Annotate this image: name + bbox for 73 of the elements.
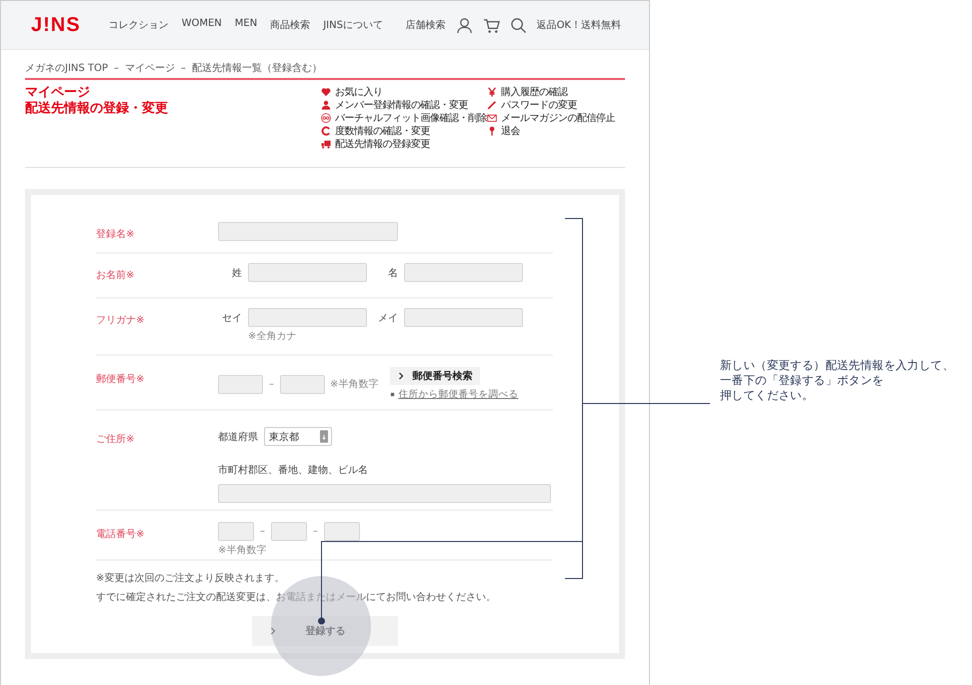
mypage-menu-link[interactable]: メールマガジンの配信停止 [501,110,615,124]
page-title: 配送先情報の登録・変更 [25,101,169,117]
field-label: お名前※ [96,270,134,281]
breadcrumb-link[interactable]: 配送先情報一覧（登録含む） [192,61,322,75]
cart-icon[interactable] [482,16,500,34]
dash: – [269,378,274,390]
breadcrumb-link[interactable]: マイページ [124,61,175,75]
nav-link[interactable]: 商品検索 [270,18,310,32]
field-sublabel: 都道府県 [218,430,258,444]
c-shape-icon [321,126,331,136]
breadcrumb-separator: – [114,62,119,74]
yen-icon [487,86,497,96]
field-label: ご住所※ [96,434,134,445]
mypage-menu-link[interactable]: メンバー登録情報の確認・変更 [335,98,468,112]
glasses-icon [321,112,331,122]
bullet-icon [390,392,396,397]
input-field[interactable] [404,263,523,282]
search-icon[interactable] [510,16,527,34]
input-field[interactable] [280,374,325,394]
input-field[interactable] [248,263,367,282]
logo[interactable]: J!NS [31,14,81,36]
postal-search-button[interactable]: 郵便番号検索 [390,367,480,385]
field-label: フリガナ※ [96,315,144,326]
nav-link[interactable]: JINSについて [323,18,383,32]
mypage-menu-link[interactable]: お気に入り [335,84,382,98]
chevron-icon [270,627,276,635]
input-field[interactable] [324,522,360,541]
dash: – [313,526,318,537]
input-field[interactable] [218,374,263,394]
breadcrumb-link[interactable]: メガネのJINS TOP [25,61,108,75]
prefecture-select[interactable]: 東京都 [264,427,332,446]
store-search-link[interactable]: 店舗検索 [406,18,446,32]
nav-link[interactable]: コレクション [108,18,169,32]
heart-icon [321,86,331,96]
input-field[interactable] [218,484,551,503]
breadcrumb-separator: – [180,62,186,74]
mypage-menu-link[interactable]: 購入履歴の確認 [501,84,568,98]
address-lookup-link[interactable]: 住所から郵便番号を調べる [398,388,518,401]
mypage-menu-link[interactable]: 退会 [501,124,520,138]
field-note: ※全角カナ [248,330,298,343]
field-sublabel: 名 [387,266,399,280]
input-field[interactable] [271,522,307,541]
field-label: 電話番号※ [96,529,144,540]
mypage-menu-link[interactable]: 度数情報の確認・変更 [335,124,430,138]
input-field[interactable] [248,308,367,327]
mypage-menu-link[interactable]: バーチャルフィット画像確認・削除 [335,110,487,124]
mypage-menu-link[interactable]: パスワードの変更 [501,98,577,112]
field-sublabel: メイ [377,312,399,324]
notice-text: ※変更は次回のご注文より反映されます。 [96,572,286,585]
field-sublabel: セイ [221,312,243,324]
truck-icon [321,138,331,148]
person-icon [321,100,331,110]
field-note: ※半角数字 [330,378,378,391]
promo-text: 返品OK！送料無料 [536,18,621,32]
field-sublabel: 姓 [231,266,243,280]
annotation-text: 新しい（変更する）配送先情報を入力して、 一番下の「登録する」ボタンを 押してください。 [720,358,956,403]
input-field[interactable] [218,222,398,241]
nav-link[interactable]: WOMEN [182,18,222,32]
chevron-icon [398,372,404,380]
mypage-menu-link[interactable]: 配送先情報の登録変更 [335,136,430,150]
envelope-icon [487,112,497,122]
page-title: マイページ [25,85,91,101]
nav-link[interactable]: MEN [234,18,258,32]
field-label: 登録名※ [96,229,134,240]
input-field[interactable] [218,522,254,541]
pin-icon [487,126,497,136]
pencil-icon [487,100,497,110]
field-note: ※半角数字 [218,544,268,557]
user-icon[interactable] [456,16,473,34]
input-field[interactable] [404,308,523,327]
field-sublabel: 市町村郡区、番地、建物、ビル名 [218,464,369,477]
dash: – [260,526,265,537]
field-label: 郵便番号※ [96,374,144,385]
